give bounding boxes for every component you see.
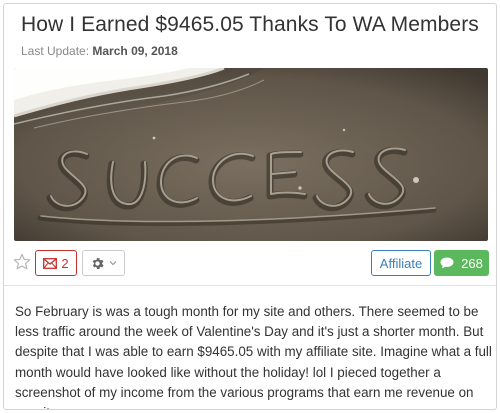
post-body: So February is was a tough month for my … [15, 304, 492, 409]
last-update: Last Update: March 09, 2018 [21, 44, 178, 58]
message-count: 2 [61, 255, 69, 271]
post-title: How I Earned $9465.05 Thanks To WA Membe… [21, 13, 479, 36]
envelope-icon [43, 257, 58, 269]
comments-button[interactable]: 268 [434, 250, 489, 276]
favorite-button[interactable] [11, 251, 33, 273]
speech-bubble-icon [440, 257, 454, 269]
post-header: How I Earned $9465.05 Thanks To WA Membe… [4, 4, 496, 66]
post-card: How I Earned $9465.05 Thanks To WA Membe… [3, 3, 497, 410]
star-outline-icon [13, 253, 31, 270]
divider [4, 285, 496, 286]
post-actions: 2 Affiliate 268 [4, 248, 496, 278]
settings-dropdown[interactable] [82, 250, 125, 276]
comment-count: 268 [461, 255, 483, 271]
hero-image [14, 68, 488, 241]
chevron-down-icon [109, 261, 117, 266]
message-button[interactable]: 2 [35, 250, 77, 276]
gear-icon [92, 257, 104, 269]
affiliate-badge[interactable]: Affiliate [371, 250, 431, 276]
last-update-label: Last Update: [21, 44, 90, 58]
last-update-date: March 09, 2018 [92, 44, 178, 58]
